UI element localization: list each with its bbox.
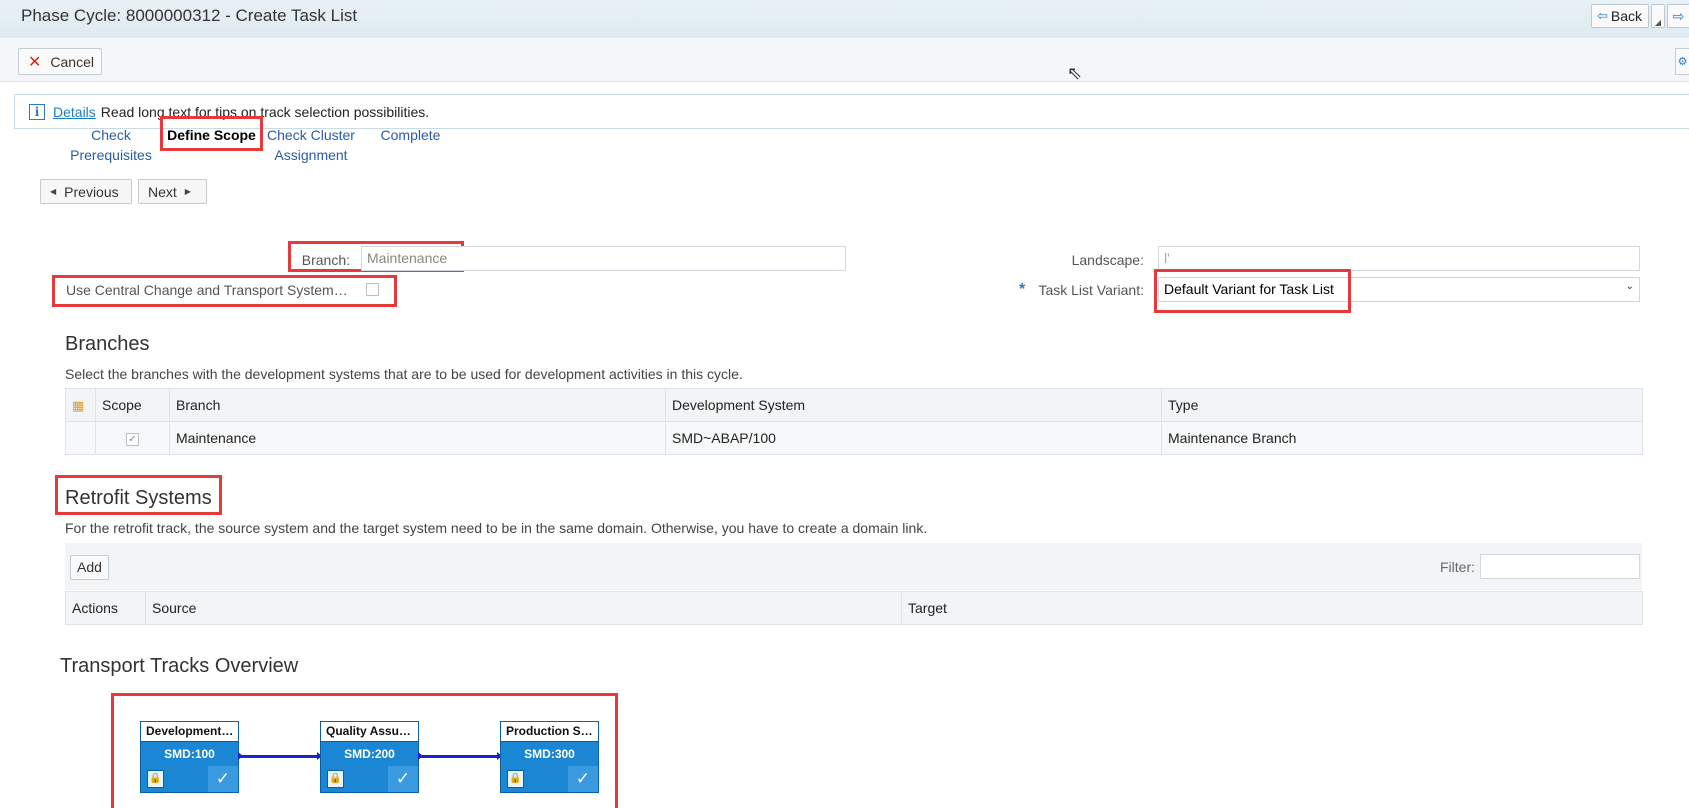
column-header: Source bbox=[145, 591, 902, 625]
select-all-icon-cell[interactable]: ▦ bbox=[65, 388, 96, 422]
previous-button-label: Previous bbox=[64, 183, 119, 200]
back-history-dropdown-button[interactable]: ◢ bbox=[1651, 4, 1665, 28]
triangle-left-icon: ◀ bbox=[50, 187, 57, 196]
gear-icon: ⚙ bbox=[1677, 56, 1688, 68]
system-lock-icon: 🔒 bbox=[147, 770, 164, 788]
retrofit-table: Actions Source Target bbox=[65, 591, 1643, 625]
column-header: Development System bbox=[665, 388, 1162, 422]
retrofit-table-header: Actions Source Target bbox=[65, 591, 1643, 625]
landscape-field[interactable]: l' bbox=[1158, 246, 1640, 271]
forward-button[interactable]: ⇨ bbox=[1667, 4, 1689, 28]
tracks-title: Transport Tracks Overview bbox=[60, 655, 299, 677]
column-header: Target bbox=[901, 591, 1643, 625]
info-icon: i bbox=[29, 103, 45, 120]
toolbar bbox=[0, 38, 1689, 82]
back-arrow-icon: ⇦ bbox=[1596, 8, 1608, 23]
track-node-development[interactable]: Development… SMD:100 🔒 ✓ bbox=[140, 721, 239, 793]
back-button-label: Back bbox=[1610, 8, 1642, 24]
branches-description: Select the branches with the development… bbox=[65, 366, 743, 382]
use-ccts-label: Use Central Change and Transport System… bbox=[66, 282, 348, 298]
forward-arrow-icon: ⇨ bbox=[1672, 7, 1685, 24]
track-node-production[interactable]: Production S… SMD:300 🔒 ✓ bbox=[500, 721, 599, 793]
scope-cell: ✓ bbox=[95, 421, 170, 455]
add-button[interactable]: Add bbox=[70, 555, 109, 580]
branches-table: ▦ Scope Branch Development System Type ✓… bbox=[65, 388, 1643, 455]
branch-cell: Maintenance bbox=[169, 421, 666, 455]
branches-title: Branches bbox=[65, 333, 150, 355]
back-button[interactable]: ⇦ Back bbox=[1590, 4, 1649, 28]
table-settings-icon: ▦ bbox=[72, 397, 85, 413]
branches-table-header: ▦ Scope Branch Development System Type bbox=[65, 388, 1643, 422]
small-triangle-icon: ◢ bbox=[1654, 18, 1662, 27]
roadmap-step-define-scope[interactable]: Define Scope bbox=[163, 125, 260, 145]
details-link[interactable]: Details bbox=[53, 104, 96, 120]
type-cell: Maintenance Branch bbox=[1161, 421, 1643, 455]
node-system: SMD:200 bbox=[344, 747, 395, 761]
required-mark: * bbox=[1019, 281, 1026, 298]
retrofit-toolbar bbox=[65, 543, 1642, 590]
dev-system-cell: SMD~ABAP/100 bbox=[665, 421, 1162, 455]
track-connector bbox=[238, 752, 322, 760]
row-selector[interactable] bbox=[65, 421, 96, 455]
column-header: Branch bbox=[169, 388, 666, 422]
checkmark-icon: ✓ bbox=[568, 766, 598, 792]
close-icon: ✕ bbox=[28, 53, 42, 71]
mouse-cursor-icon: ⇖ bbox=[1067, 63, 1083, 83]
column-header: Type bbox=[1161, 388, 1643, 422]
cancel-button[interactable]: ✕ Cancel bbox=[18, 48, 102, 75]
next-button-label: Next bbox=[148, 183, 177, 200]
track-node-quality[interactable]: Quality Assu… SMD:200 🔒 ✓ bbox=[320, 721, 419, 793]
use-ccts-checkbox[interactable] bbox=[366, 283, 379, 296]
info-message-text: Read long text for tips on track selecti… bbox=[100, 103, 430, 120]
system-lock-icon: 🔒 bbox=[507, 770, 524, 788]
checkmark-icon: ✓ bbox=[388, 766, 418, 792]
chevron-down-icon: ⌄ bbox=[1625, 281, 1634, 292]
node-system: SMD:300 bbox=[524, 747, 575, 761]
task-list-variant-label: Task List Variant: bbox=[1038, 282, 1144, 298]
retrofit-description: For the retrofit track, the source syste… bbox=[65, 520, 928, 536]
roadmap-step-check-prerequisites[interactable]: Check Prerequisites bbox=[63, 125, 159, 165]
node-name: Quality Assu… bbox=[321, 722, 418, 742]
roadmap-step-check-cluster-assignment[interactable]: Check Cluster Assignment bbox=[265, 125, 357, 165]
next-button[interactable]: Next ▶ bbox=[138, 179, 207, 204]
info-message-bar: i Details Read long text for tips on tra… bbox=[14, 94, 1689, 129]
highlight-box-task-list-variant bbox=[1154, 269, 1351, 313]
scope-checkbox[interactable]: ✓ bbox=[126, 432, 139, 446]
roadmap-step-complete[interactable]: Complete bbox=[378, 125, 443, 145]
previous-button[interactable]: ◀ Previous bbox=[40, 179, 132, 204]
column-header: Actions bbox=[65, 591, 146, 625]
settings-button[interactable]: ⚙ bbox=[1675, 48, 1689, 75]
filter-input[interactable] bbox=[1480, 554, 1640, 579]
cancel-button-label: Cancel bbox=[50, 53, 94, 70]
column-header: Scope bbox=[95, 388, 170, 422]
filter-label: Filter: bbox=[1440, 559, 1475, 575]
triangle-right-icon: ▶ bbox=[184, 187, 191, 196]
track-connector bbox=[418, 752, 502, 760]
node-name: Production S… bbox=[501, 722, 598, 742]
checkmark-icon: ✓ bbox=[208, 766, 238, 792]
retrofit-title: Retrofit Systems bbox=[65, 487, 212, 509]
branch-label: Branch: bbox=[301, 252, 350, 268]
node-system: SMD:100 bbox=[164, 747, 215, 761]
page-title: Phase Cycle: 8000000312 - Create Task Li… bbox=[21, 6, 358, 25]
table-row[interactable]: ✓ Maintenance SMD~ABAP/100 Maintenance B… bbox=[65, 421, 1643, 455]
landscape-label: Landscape: bbox=[1071, 252, 1144, 268]
system-lock-icon: 🔒 bbox=[327, 770, 344, 788]
branch-field[interactable]: Maintenance bbox=[361, 246, 846, 271]
node-name: Development… bbox=[141, 722, 238, 742]
